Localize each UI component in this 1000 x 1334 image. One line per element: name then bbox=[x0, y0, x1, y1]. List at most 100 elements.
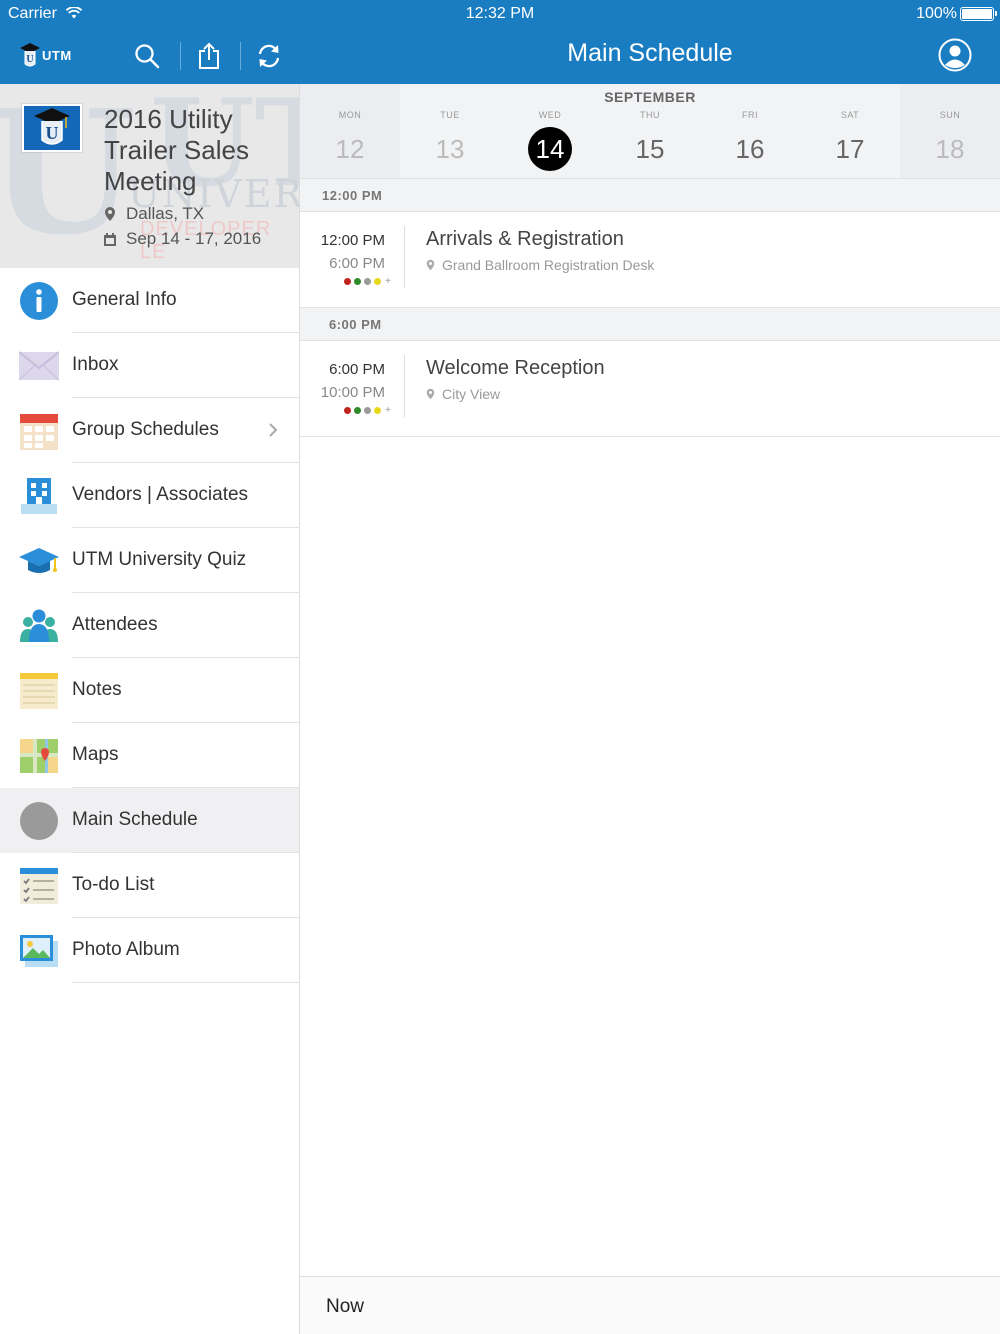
sidebar-item-label: Inbox bbox=[72, 354, 119, 375]
graduation-cap-icon bbox=[19, 541, 59, 581]
session-end-time: 6:00 PM bbox=[329, 255, 385, 272]
svg-text:U: U bbox=[46, 123, 59, 143]
day-thu[interactable]: THU 15 bbox=[600, 110, 700, 171]
session-tags: + bbox=[344, 277, 391, 287]
sidebar-item-label: To-do List bbox=[72, 874, 155, 895]
sidebar-item-attendees[interactable]: Attendees bbox=[0, 593, 299, 658]
utm-logo[interactable]: U UTM bbox=[20, 40, 78, 70]
event-location: Dallas, TX bbox=[104, 204, 204, 224]
day-name: MON bbox=[338, 110, 362, 120]
sidebar-item-label: Group Schedules bbox=[72, 419, 219, 440]
share-icon[interactable] bbox=[193, 40, 225, 72]
time-section-label: 12:00 PM bbox=[322, 188, 383, 203]
sidebar-header: U UTM bbox=[0, 28, 300, 84]
day-number: 13 bbox=[435, 134, 465, 164]
battery-label: 100% bbox=[916, 5, 957, 22]
sidebar-item-maps[interactable]: Maps bbox=[0, 723, 299, 788]
main-schedule-panel: SEPTEMBER MON 12 TUE 13 WED 14 THU 15 FR… bbox=[300, 84, 1000, 1334]
profile-icon[interactable] bbox=[938, 38, 972, 72]
day-sat[interactable]: SAT 17 bbox=[800, 110, 900, 171]
day-name: FRI bbox=[742, 110, 758, 120]
event-location-text: Dallas, TX bbox=[126, 204, 205, 223]
sidebar-item-general-info[interactable]: General Info bbox=[0, 268, 299, 333]
sidebar: U UTI UNIVERS DEVELOPER LE U 2016 Utilit… bbox=[0, 84, 300, 1334]
envelope-icon bbox=[19, 346, 59, 386]
session-row[interactable]: 12:00 PM 6:00 PM + Arrivals & Registrati… bbox=[300, 212, 1000, 308]
refresh-icon[interactable] bbox=[253, 40, 285, 72]
main-header: Main Schedule bbox=[300, 28, 1000, 84]
sidebar-item-label: Main Schedule bbox=[72, 809, 198, 830]
sidebar-item-label: Maps bbox=[72, 744, 119, 765]
divider bbox=[72, 982, 299, 983]
day-number: 12 bbox=[335, 134, 365, 164]
session-start-time: 6:00 PM bbox=[329, 361, 385, 378]
time-section-label: 6:00 PM bbox=[329, 317, 382, 332]
sidebar-item-photo-album[interactable]: Photo Album bbox=[0, 918, 299, 983]
sidebar-item-main-schedule[interactable]: Main Schedule bbox=[0, 788, 299, 853]
day-name: THU bbox=[640, 110, 660, 120]
session-row[interactable]: 6:00 PM 10:00 PM + Welcome Reception Cit… bbox=[300, 341, 1000, 437]
calendar-icon bbox=[19, 411, 59, 451]
battery-icon bbox=[960, 7, 997, 21]
now-button[interactable]: Now bbox=[300, 1276, 1000, 1334]
day-number: 16 bbox=[735, 134, 765, 164]
day-name: SUN bbox=[939, 110, 961, 120]
event-title: 2016 Utility Trailer Sales Meeting bbox=[104, 104, 249, 196]
divider bbox=[404, 355, 405, 417]
sidebar-menu: General Info Inbox Group Schedules Vendo… bbox=[0, 268, 299, 983]
day-number: 14 bbox=[528, 127, 572, 171]
day-wed[interactable]: WED 14 bbox=[500, 110, 600, 171]
tag-dot-red bbox=[344, 278, 351, 285]
day-sun[interactable]: SUN 18 bbox=[900, 84, 1000, 178]
chevron-right-icon bbox=[267, 420, 279, 440]
session-location: City View bbox=[426, 386, 500, 402]
logo-text: UTM bbox=[42, 47, 72, 63]
day-mon[interactable]: MON 12 bbox=[300, 84, 400, 178]
tag-dot-gray bbox=[364, 407, 371, 414]
tag-dot-yellow bbox=[374, 278, 381, 285]
session-title: Welcome Reception bbox=[426, 357, 605, 379]
divider bbox=[404, 226, 405, 288]
sidebar-item-inbox[interactable]: Inbox bbox=[0, 333, 299, 398]
day-name: WED bbox=[538, 110, 562, 120]
photo-icon bbox=[19, 931, 59, 971]
event-dates: Sep 14 - 17, 2016 bbox=[104, 229, 261, 249]
header-divider bbox=[240, 42, 241, 70]
notepad-icon bbox=[19, 671, 59, 711]
session-start-time: 12:00 PM bbox=[320, 232, 385, 249]
circle-icon bbox=[19, 801, 59, 841]
sidebar-item-label: Attendees bbox=[72, 614, 158, 635]
sidebar-item-label: General Info bbox=[72, 289, 177, 310]
week-strip: SEPTEMBER MON 12 TUE 13 WED 14 THU 15 FR… bbox=[300, 84, 1000, 179]
building-icon bbox=[19, 476, 59, 516]
day-fri[interactable]: FRI 16 bbox=[700, 110, 800, 171]
event-card[interactable]: U UTI UNIVERS DEVELOPER LE U 2016 Utilit… bbox=[0, 84, 299, 268]
session-location-text: Grand Ballroom Registration Desk bbox=[442, 257, 655, 273]
now-label: Now bbox=[326, 1296, 365, 1317]
event-logo: U bbox=[22, 104, 82, 152]
session-location: Grand Ballroom Registration Desk bbox=[426, 257, 654, 273]
svg-text:U: U bbox=[26, 54, 33, 65]
people-icon bbox=[19, 606, 59, 646]
event-dates-text: Sep 14 - 17, 2016 bbox=[126, 229, 262, 248]
app-root: Carrier 12:32 PM 100% U UTM Main Schedul… bbox=[0, 0, 1000, 1334]
sidebar-item-vendors[interactable]: Vendors | Associates bbox=[0, 463, 299, 528]
day-tue[interactable]: TUE 13 bbox=[400, 110, 500, 171]
tag-dot-green bbox=[354, 407, 361, 414]
sidebar-item-notes[interactable]: Notes bbox=[0, 658, 299, 723]
day-number: 15 bbox=[635, 134, 665, 164]
clock: 12:32 PM bbox=[465, 5, 535, 22]
session-location-text: City View bbox=[442, 386, 501, 402]
info-icon bbox=[19, 281, 59, 321]
location-pin-icon bbox=[105, 207, 115, 221]
sidebar-item-label: UTM University Quiz bbox=[72, 549, 247, 570]
session-tags: + bbox=[344, 406, 391, 416]
session-title: Arrivals & Registration bbox=[426, 228, 624, 250]
sidebar-item-quiz[interactable]: UTM University Quiz bbox=[0, 528, 299, 593]
sidebar-item-group-schedules[interactable]: Group Schedules bbox=[0, 398, 299, 463]
session-end-time: 10:00 PM bbox=[320, 384, 385, 401]
tag-dot-yellow bbox=[374, 407, 381, 414]
sidebar-item-todo[interactable]: To-do List bbox=[0, 853, 299, 918]
search-icon[interactable] bbox=[131, 40, 163, 72]
page-title: Main Schedule bbox=[567, 39, 733, 67]
